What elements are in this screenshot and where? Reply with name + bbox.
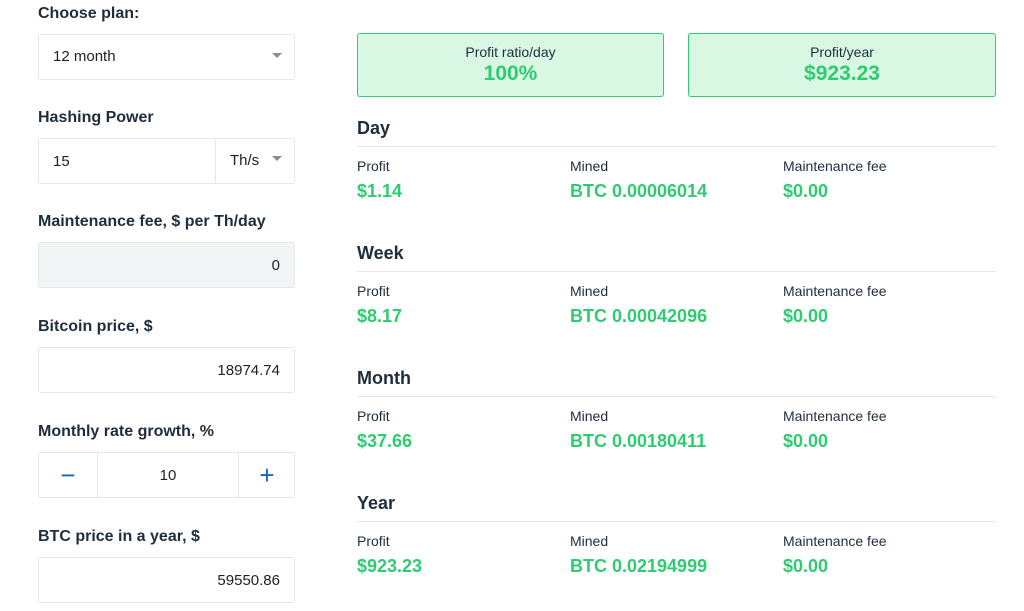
- period-mined-value: BTC 0.00180411: [570, 431, 707, 451]
- minus-icon[interactable]: −: [39, 453, 97, 497]
- chevron-down-icon: [272, 156, 282, 161]
- hashing-unit-select[interactable]: Th/s: [216, 139, 296, 183]
- period-mined-label: Mined: [570, 533, 609, 549]
- profit-year-card: Profit/year $923.23: [688, 33, 996, 97]
- hashing-power-input[interactable]: [39, 139, 215, 183]
- profit-ratio-value: 100%: [483, 62, 538, 85]
- period-divider: [357, 521, 996, 522]
- period-maintenance-fee-label: Maintenance fee: [783, 283, 887, 299]
- period-profit-label: Profit: [357, 158, 390, 174]
- plus-icon[interactable]: +: [238, 453, 296, 497]
- period-divider: [357, 396, 996, 397]
- hashing-power-label: Hashing Power: [38, 109, 154, 126]
- period-profit-value: $1.14: [357, 181, 403, 201]
- hashing-unit-value: Th/s: [230, 152, 260, 169]
- period-maintenance-fee-value: $0.00: [783, 306, 829, 326]
- period-mined-value: BTC 0.02194999: [570, 556, 708, 576]
- period-mined-label: Mined: [570, 408, 609, 424]
- maintenance-fee-label: Maintenance fee, $ per Th/day: [38, 213, 266, 230]
- period-maintenance-fee-value: $0.00: [783, 181, 829, 201]
- period-mined-label: Mined: [570, 283, 609, 299]
- maintenance-fee-input: [39, 243, 294, 287]
- period-title: Month: [357, 368, 411, 388]
- profit-ratio-label: Profit ratio/day: [465, 44, 556, 60]
- period-maintenance-fee-label: Maintenance fee: [783, 408, 887, 424]
- profit-ratio-card: Profit ratio/day 100%: [357, 33, 664, 97]
- profit-year-value: $923.23: [804, 62, 880, 85]
- plan-select[interactable]: 12 month: [38, 34, 295, 80]
- period-profit-label: Profit: [357, 408, 390, 424]
- choose-plan-label: Choose plan:: [38, 5, 140, 22]
- plan-select-value: 12 month: [53, 48, 116, 65]
- period-divider: [357, 271, 996, 272]
- period-profit-label: Profit: [357, 283, 390, 299]
- period-title: Day: [357, 118, 391, 138]
- maintenance-fee-field: [38, 242, 295, 288]
- btc-year-price-label: BTC price in a year, $: [38, 528, 200, 545]
- profit-year-label: Profit/year: [810, 44, 874, 60]
- period-maintenance-fee-label: Maintenance fee: [783, 533, 887, 549]
- hashing-power-field[interactable]: Th/s: [38, 138, 295, 184]
- btc-year-price-field[interactable]: [38, 557, 295, 603]
- period-maintenance-fee-label: Maintenance fee: [783, 158, 887, 174]
- period-mined-value: BTC 0.00006014: [570, 181, 708, 201]
- bitcoin-price-input[interactable]: [39, 348, 294, 392]
- monthly-growth-stepper[interactable]: − +: [38, 452, 295, 498]
- period-mined-value: BTC 0.00042096: [570, 306, 708, 326]
- btc-year-price-input[interactable]: [39, 558, 294, 602]
- period-mined-label: Mined: [570, 158, 609, 174]
- chevron-down-icon: [272, 53, 282, 58]
- monthly-growth-label: Monthly rate growth, %: [38, 423, 214, 440]
- period-maintenance-fee-value: $0.00: [783, 556, 829, 576]
- period-profit-value: $8.17: [357, 306, 403, 326]
- period-title: Year: [357, 493, 396, 513]
- period-profit-label: Profit: [357, 533, 390, 549]
- monthly-growth-input[interactable]: [98, 453, 238, 497]
- period-maintenance-fee-value: $0.00: [783, 431, 829, 451]
- bitcoin-price-label: Bitcoin price, $: [38, 318, 153, 335]
- period-profit-value: $923.23: [357, 556, 423, 576]
- period-divider: [357, 146, 996, 147]
- period-profit-value: $37.66: [357, 431, 413, 451]
- period-title: Week: [357, 243, 404, 263]
- bitcoin-price-field[interactable]: [38, 347, 295, 393]
